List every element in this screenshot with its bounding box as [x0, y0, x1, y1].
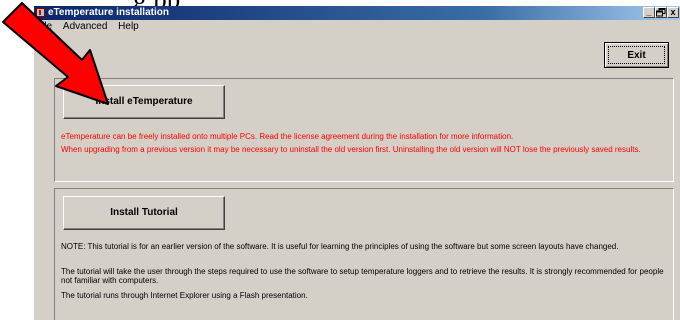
tutorial-note-text: NOTE: This tutorial is for an earlier ve…: [61, 242, 619, 251]
installer-window: eTemperature installation _ x File Advan…: [34, 6, 680, 320]
close-button[interactable]: x: [667, 7, 679, 18]
exit-button[interactable]: Exit: [604, 42, 669, 68]
menu-bar: File Advanced Help: [34, 20, 680, 34]
window-controls: _ x: [643, 7, 679, 18]
red-arrow-icon: [2, 2, 109, 105]
tutorial-description-text: The tutorial will take the user through …: [61, 267, 664, 285]
menu-help[interactable]: Help: [118, 21, 139, 32]
title-bar[interactable]: eTemperature installation _ x: [34, 6, 680, 20]
install-panel: Install eTemperature eTemperature can be…: [54, 78, 674, 182]
minimize-button[interactable]: _: [643, 7, 655, 18]
install-info-text: eTemperature can be freely installed ont…: [61, 132, 514, 141]
install-tutorial-button[interactable]: Install Tutorial: [63, 196, 225, 230]
tutorial-panel: Install Tutorial NOTE: This tutorial is …: [54, 188, 674, 320]
upgrade-warning-text: When upgrading from a previous version i…: [61, 145, 641, 154]
restore-icon: [656, 8, 666, 17]
tutorial-flash-text: The tutorial runs through Internet Explo…: [61, 291, 308, 300]
restore-button[interactable]: [655, 7, 667, 18]
